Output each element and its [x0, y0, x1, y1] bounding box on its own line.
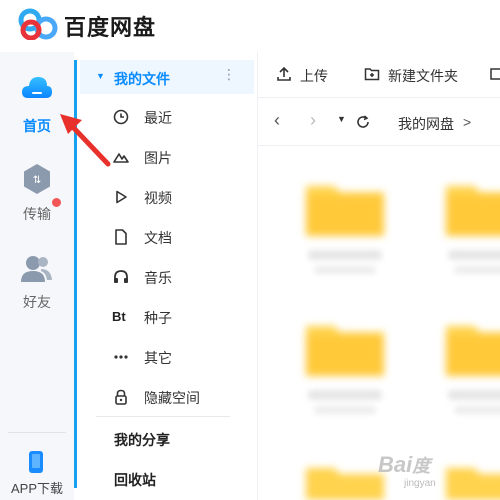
- sidebar-item-recent[interactable]: 最近: [96, 102, 246, 132]
- file-meta-placeholder: [314, 266, 376, 274]
- baidu-jingyan-watermark: Bai度: [378, 452, 431, 477]
- notification-badge: [52, 198, 61, 207]
- file-name-placeholder: [308, 390, 382, 400]
- caret-down-icon[interactable]: ▼: [96, 71, 105, 81]
- file-meta-placeholder: [454, 266, 500, 274]
- app-download-button[interactable]: APP下载: [0, 446, 74, 500]
- file-item[interactable]: [440, 178, 500, 278]
- folder-icon: [446, 186, 500, 236]
- file-item[interactable]: [300, 178, 390, 278]
- folder-icon: [306, 326, 384, 376]
- breadcrumb-separator: >: [463, 114, 472, 130]
- rail-label-transfer: 传输: [23, 206, 51, 222]
- sidebar-item-label: 视频: [144, 190, 172, 206]
- friends-icon: [21, 256, 52, 282]
- sidebar-item-label: 文档: [144, 230, 172, 246]
- sidebar-item-torrents[interactable]: Bt 种子: [96, 302, 246, 332]
- sidebar-item-other[interactable]: 其它: [96, 342, 246, 372]
- folder-icon: [446, 326, 500, 376]
- my-shares-link[interactable]: 我的分享: [114, 430, 170, 450]
- baidu-netdisk-logo-icon: [18, 8, 58, 40]
- refresh-icon[interactable]: [355, 114, 371, 130]
- sidebar-item-label: 最近: [144, 110, 172, 126]
- sidebar-item-label: 其它: [144, 350, 172, 366]
- file-item[interactable]: [300, 318, 390, 418]
- file-meta-placeholder: [454, 406, 500, 414]
- transfer-icon: ⇅: [24, 164, 50, 194]
- app-download-label: APP下载: [10, 481, 63, 496]
- home-cloud-icon: [22, 77, 52, 98]
- toolbar-overflow-icon[interactable]: [490, 66, 500, 82]
- toolbar: 上传 新建文件夹: [258, 52, 500, 98]
- file-item[interactable]: [440, 318, 500, 418]
- sidebar-item-label: 音乐: [144, 270, 172, 286]
- rail-divider: [8, 432, 66, 433]
- file-item[interactable]: [440, 460, 500, 500]
- video-icon: [116, 190, 127, 204]
- history-dropdown-icon[interactable]: ▼: [337, 114, 346, 124]
- rail-label-friends: 好友: [23, 294, 51, 310]
- sidebar-item-documents[interactable]: 文档: [96, 222, 246, 252]
- sidebar-item-music[interactable]: 音乐: [96, 262, 246, 292]
- new-folder-button[interactable]: 新建文件夹: [388, 66, 458, 86]
- sidebar-item-videos[interactable]: 视频: [96, 182, 246, 212]
- folder-icon: [446, 468, 500, 500]
- file-name-placeholder: [308, 250, 382, 260]
- app-header: 百度网盘: [0, 0, 500, 52]
- new-folder-icon: [364, 68, 380, 81]
- more-vertical-icon[interactable]: ⋮: [222, 66, 236, 83]
- recycle-bin-link[interactable]: 回收站: [114, 470, 156, 490]
- phone-icon: [29, 451, 43, 473]
- file-name-placeholder: [448, 250, 500, 260]
- my-files-label: 我的文件: [114, 71, 170, 87]
- rail-item-friends[interactable]: 好友: [0, 248, 74, 328]
- sidebar-item-label: 种子: [144, 310, 172, 326]
- file-meta-placeholder: [314, 406, 376, 414]
- annotation-arrow-icon: [60, 114, 111, 167]
- file-item[interactable]: [300, 460, 390, 500]
- document-icon: [115, 229, 127, 245]
- breadcrumb-root[interactable]: 我的网盘: [398, 114, 454, 134]
- folder-icon: [306, 186, 384, 236]
- bt-icon: Bt: [112, 309, 126, 324]
- sidebar-item-images[interactable]: 图片: [96, 142, 246, 172]
- folder-icon: [306, 468, 384, 500]
- my-files-header[interactable]: ▼ 我的文件 ⋮: [80, 60, 254, 94]
- upload-icon: [277, 66, 291, 81]
- forward-arrow-icon[interactable]: ›: [310, 110, 316, 131]
- headphones-icon: [114, 270, 128, 283]
- watermark-subtext: jingyan: [404, 478, 436, 489]
- file-name-placeholder: [448, 390, 500, 400]
- back-arrow-icon[interactable]: ‹: [274, 110, 280, 131]
- svg-text:⇅: ⇅: [33, 175, 41, 186]
- app-title: 百度网盘: [64, 15, 157, 40]
- lock-icon: [115, 389, 127, 405]
- rail-item-transfer[interactable]: ⇅ 传输: [0, 160, 74, 240]
- sidebar-item-label: 隐藏空间: [144, 390, 200, 406]
- more-dots-icon: [114, 355, 128, 359]
- upload-button[interactable]: 上传: [300, 66, 328, 86]
- sidebar-item-label: 图片: [144, 150, 172, 166]
- sidebar-item-hidden-space[interactable]: 隐藏空间: [96, 382, 246, 412]
- sidebar-divider: [96, 416, 230, 417]
